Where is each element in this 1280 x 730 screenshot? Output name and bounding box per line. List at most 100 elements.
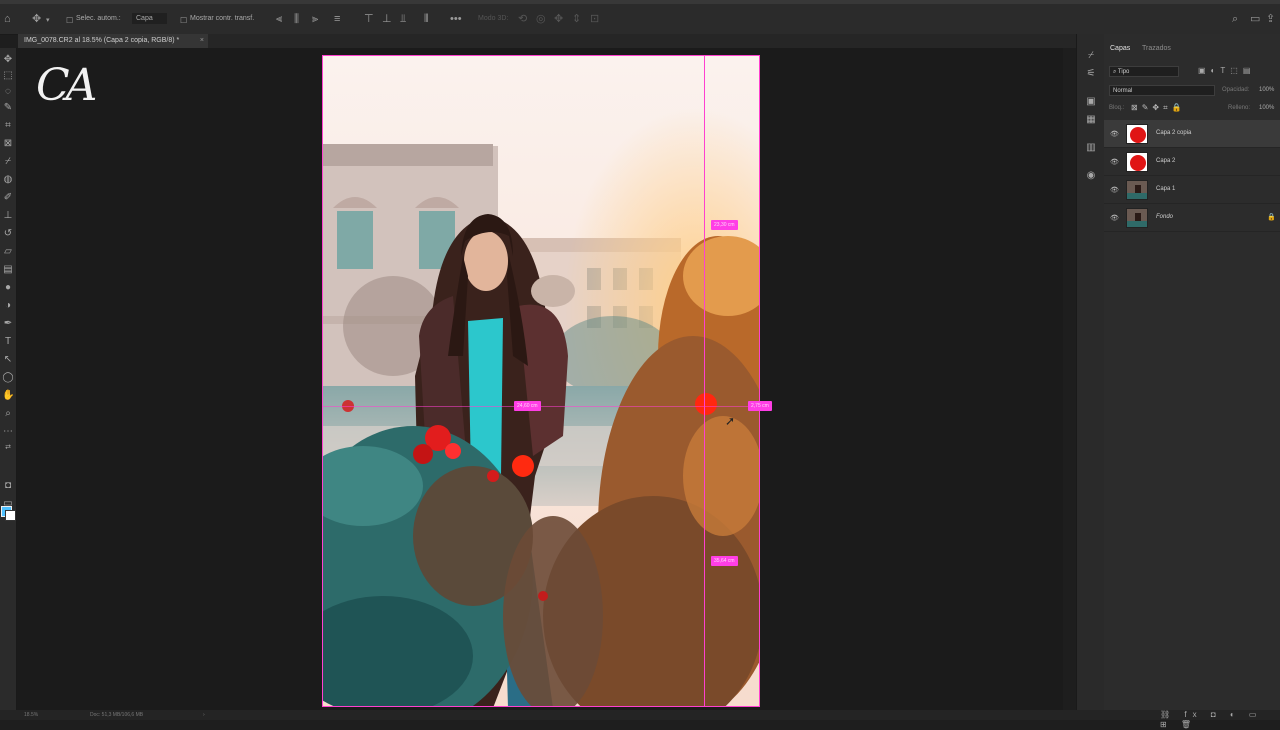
history-brush-tool-icon[interactable]: ↺ <box>2 228 14 240</box>
layer-thumbnail <box>1126 152 1148 172</box>
brush-tool-icon[interactable]: ✐ <box>2 192 14 204</box>
quick-select-tool-icon[interactable]: ✎ <box>2 102 14 114</box>
document-canvas[interactable] <box>322 55 760 707</box>
measure-badge-right: 2,75 cm <box>748 401 772 411</box>
layer-name: Capa 2 copia <box>1156 130 1192 136</box>
libraries-icon[interactable]: ▣ <box>1084 96 1098 108</box>
chevron-down-icon[interactable]: ▾ <box>46 14 50 28</box>
adjustments-icon[interactable]: ⚟ <box>1084 68 1098 80</box>
chevron-right-icon[interactable]: › <box>203 710 205 720</box>
align-left-icon[interactable]: ⫷ <box>276 12 282 26</box>
background-color-swatch[interactable] <box>5 510 16 521</box>
eye-icon[interactable]: 👁 <box>1110 214 1119 222</box>
slide-3d-icon[interactable]: ⇕ <box>572 12 581 26</box>
watermark-logo: CA <box>36 60 97 111</box>
frame-tool-icon[interactable]: ⊠ <box>2 138 14 150</box>
move-tool-icon[interactable]: ✥ <box>32 12 41 26</box>
layer-name: Capa 2 <box>1156 158 1176 164</box>
tab-layers[interactable]: Capas <box>1110 42 1130 56</box>
show-transform-label: Mostrar contr. transf. <box>190 15 255 22</box>
swatches-icon[interactable]: ▦ <box>1084 114 1098 126</box>
swap-colors-icon[interactable]: ⇄ <box>2 442 14 454</box>
layer-capa-2[interactable]: 👁 Capa 2 <box>1104 148 1280 176</box>
panel-dock: ⌿ ⚟ ▣ ▦ ▥ ◉ <box>1076 34 1105 710</box>
auto-select-label: Selec. autom.: <box>76 15 121 22</box>
layer-thumbnail <box>1126 124 1148 144</box>
path-select-tool-icon[interactable]: ↖ <box>2 354 14 366</box>
pen-tool-icon[interactable]: ✒ <box>2 318 14 330</box>
measure-badge-left: 24,60 cm <box>514 401 541 411</box>
tab-paths[interactable]: Trazados <box>1142 42 1171 56</box>
eye-icon[interactable]: 👁 <box>1110 158 1119 166</box>
blur-tool-icon[interactable]: ● <box>2 282 14 294</box>
align-center-icon[interactable]: ⫼ <box>294 12 299 26</box>
layer-filter-value: Tipo <box>1117 69 1130 75</box>
eyedropper-tool-icon[interactable]: ⌿ <box>2 156 14 168</box>
eye-icon[interactable]: 👁 <box>1110 186 1119 194</box>
opacity-value[interactable]: 100% <box>1259 87 1274 93</box>
move-cursor-icon: ➚ <box>725 414 736 428</box>
histogram-icon[interactable]: ▥ <box>1084 142 1098 154</box>
share-icon[interactable]: ⇪ <box>1266 12 1275 26</box>
scale-3d-icon[interactable]: ⊡ <box>590 12 599 26</box>
show-transform-checkbox[interactable]: ☐ <box>180 14 187 28</box>
align-middle-icon[interactable]: ⊥ <box>382 12 392 26</box>
layer-filter-select[interactable]: ⌕ Tipo <box>1109 66 1179 77</box>
more-options-icon[interactable]: ••• <box>450 12 462 26</box>
color-panel-icon[interactable]: ◉ <box>1084 170 1098 182</box>
measure-badge-top: 23,30 cm <box>711 220 738 230</box>
blend-mode-select[interactable]: Normal <box>1109 85 1215 96</box>
orbit-3d-icon[interactable]: ⟲ <box>518 12 527 26</box>
layer-filter-icons[interactable]: ▣◐T⬚▤ <box>1198 66 1255 75</box>
auto-select-checkbox[interactable]: ☐ <box>66 14 73 28</box>
stamp-tool-icon[interactable]: ⊥ <box>2 210 14 222</box>
marquee-tool-icon[interactable]: ⬚ <box>2 70 14 82</box>
align-bottom-icon[interactable]: ⫫ <box>400 12 406 26</box>
layer-fondo[interactable]: 👁 Fondo 🔒 <box>1104 204 1280 232</box>
quick-mask-icon[interactable]: ◘ <box>2 480 14 492</box>
close-icon[interactable]: × <box>200 34 204 48</box>
smart-guide-horizontal <box>322 406 762 407</box>
align-top-icon[interactable]: ⊤ <box>364 12 374 26</box>
status-bar: 18.5% Doc: 51,3 MB/106,6 MB › <box>0 710 1280 720</box>
fill-label: Relleno: <box>1228 105 1251 111</box>
zoom-level[interactable]: 18.5% <box>24 710 38 720</box>
distribute-horizontal-icon[interactable]: ⫴ <box>424 12 429 26</box>
edit-toolbar-icon[interactable]: ⋯ <box>2 426 14 438</box>
workspace-icon[interactable]: ▭ <box>1250 12 1260 26</box>
layer-capa-1[interactable]: 👁 Capa 1 <box>1104 176 1280 204</box>
lock-icon: 🔒 <box>1267 214 1276 221</box>
target-select[interactable]: Capa <box>132 13 167 24</box>
type-tool-icon[interactable]: T <box>2 336 14 348</box>
layer-name: Fondo <box>1156 214 1174 220</box>
roll-3d-icon[interactable]: ◎ <box>536 12 546 26</box>
zoom-tool-icon[interactable]: ⌕ <box>2 408 14 420</box>
fill-value[interactable]: 100% <box>1259 105 1274 111</box>
eye-icon[interactable]: 👁 <box>1110 130 1119 138</box>
layer-capa-2-copia[interactable]: 👁 Capa 2 copia <box>1104 120 1280 148</box>
shape-tool-icon[interactable]: ◯ <box>2 372 14 384</box>
screen-mode-icon[interactable]: ▭ <box>2 498 14 510</box>
lock-icons[interactable]: ⊠✎✥⌗🔒 <box>1131 103 1186 113</box>
align-right-icon[interactable]: ⫸ <box>312 12 318 26</box>
brush-settings-icon[interactable]: ⌿ <box>1084 50 1098 62</box>
pan-3d-icon[interactable]: ✥ <box>554 12 563 26</box>
gradient-tool-icon[interactable]: ▤ <box>2 264 14 276</box>
search-icon[interactable]: ⌕ <box>1232 12 1238 26</box>
move-tool-icon[interactable]: ✥ <box>2 54 14 66</box>
document-tab[interactable]: IMG_0078.CR2 al 18.5% (Capa 2 copia, RGB… <box>18 34 208 48</box>
dodge-tool-icon[interactable]: ◑ <box>2 300 14 312</box>
mode-3d-label: Modo 3D: <box>478 15 509 22</box>
distribute-vertical-icon[interactable]: ≡ <box>334 12 340 26</box>
crop-tool-icon[interactable]: ⌗ <box>2 120 14 132</box>
layer-actions[interactable]: ⛓ fx ◘ ◐ ▭ ⊞ 🗑 <box>1160 710 1280 730</box>
layers-panel: Capas Trazados ⌕ Tipo ▣◐T⬚▤ Normal Opaci… <box>1104 34 1280 710</box>
tools-panel: ✥ ⬚ ◌ ✎ ⌗ ⊠ ⌿ ◍ ✐ ⊥ ↺ ▱ ▤ ● ◑ ✒ T ↖ ◯ ✋ … <box>0 48 17 720</box>
healing-tool-icon[interactable]: ◍ <box>2 174 14 186</box>
lasso-tool-icon[interactable]: ◌ <box>2 86 14 98</box>
hand-tool-icon[interactable]: ✋ <box>2 390 14 402</box>
home-icon[interactable]: ⌂ <box>4 12 11 26</box>
eraser-tool-icon[interactable]: ▱ <box>2 246 14 258</box>
layer-name: Capa 1 <box>1156 186 1176 192</box>
opacity-label: Opacidad: <box>1222 87 1250 93</box>
